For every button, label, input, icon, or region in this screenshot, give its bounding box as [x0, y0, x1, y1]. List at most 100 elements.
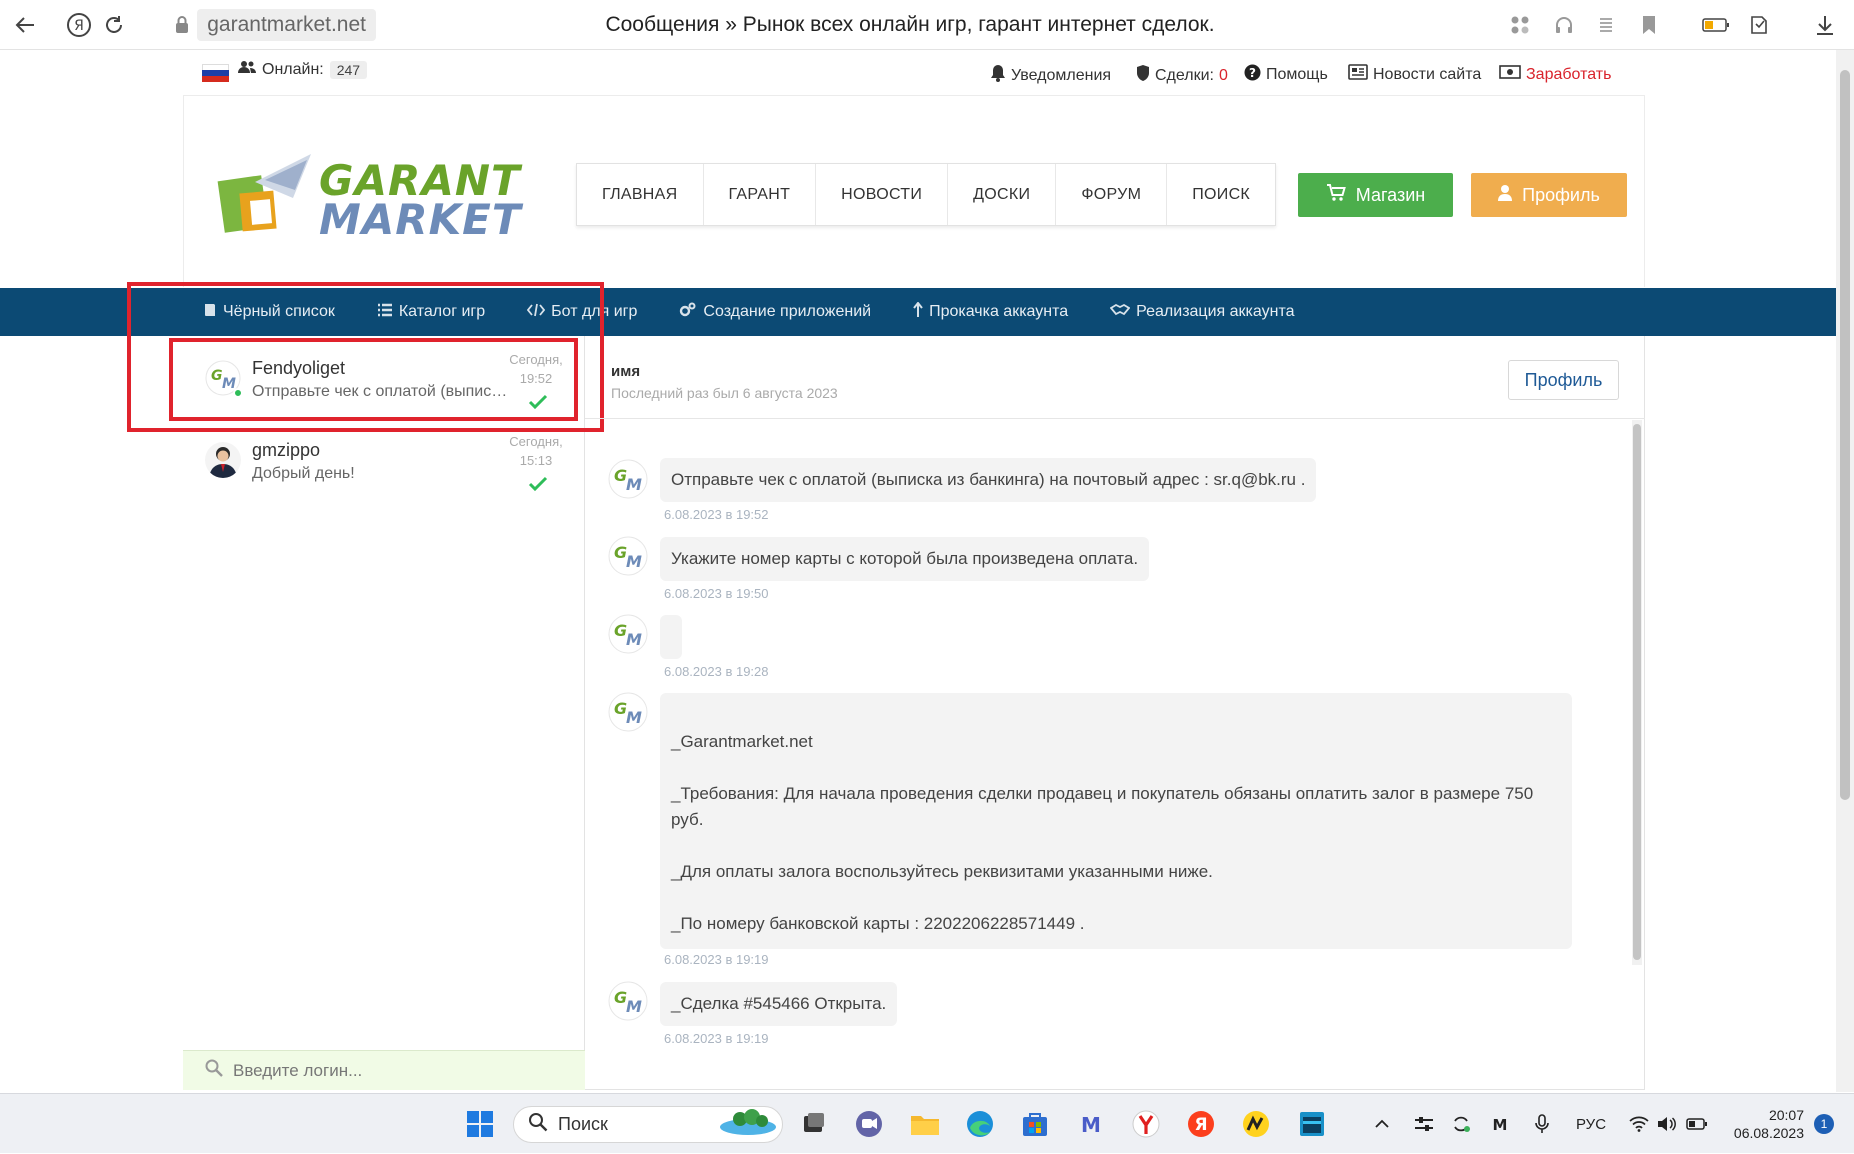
tray-chevron-icon[interactable] [1372, 1094, 1392, 1154]
dialog-clock: 15:13 [519, 453, 553, 468]
nav-news[interactable]: НОВОСТИ [816, 164, 949, 225]
teams-chat-icon[interactable] [853, 1108, 885, 1140]
volume-icon[interactable] [1655, 1094, 1677, 1154]
chat-profile-button[interactable]: Профиль [1508, 360, 1619, 400]
store-icon[interactable] [1019, 1108, 1051, 1140]
tab-title: Сообщения » Рынок всех онлайн игр, гаран… [605, 13, 1215, 36]
subnav-game-bot-label: Бот для игр [551, 303, 638, 320]
message-line: _Для оплаты залога воспользуйтесь реквиз… [671, 862, 1213, 881]
wifi-icon[interactable] [1628, 1094, 1650, 1154]
headphones-icon[interactable] [1549, 10, 1579, 40]
profile-button[interactable]: Профиль [1471, 173, 1627, 217]
nav-boards[interactable]: ДОСКИ [948, 164, 1057, 225]
battery-icon[interactable] [1685, 1094, 1709, 1154]
message-line: _Требования: Для начала проведения сделк… [671, 784, 1534, 803]
nav-forum[interactable]: ФОРУМ [1056, 164, 1168, 225]
notifications-link[interactable]: Уведомления [990, 64, 1111, 87]
language-indicator[interactable]: РУС [1576, 1094, 1606, 1154]
subnav-blacklist[interactable]: Чёрный список [203, 303, 335, 322]
back-arrow-icon[interactable] [10, 10, 40, 40]
site-news-link[interactable]: Новости сайта [1348, 64, 1481, 85]
message-bubble [660, 615, 682, 659]
reload-icon[interactable] [99, 10, 129, 40]
site-logo[interactable]: GARANT MARKET [215, 150, 521, 244]
online-counter: Онлайн: 247 [238, 60, 368, 79]
subnav-account-sale-label: Реализация аккаунта [1136, 303, 1295, 320]
earn-label[interactable]: Заработать [1526, 66, 1611, 84]
edge-browser-icon[interactable] [964, 1108, 996, 1140]
download-icon[interactable] [1810, 10, 1840, 40]
chat-last-seen: Последний раз был 6 августа 2023 [611, 385, 838, 401]
site-news-label[interactable]: Новости сайта [1373, 66, 1481, 84]
sub-nav: Чёрный список Каталог игр Бот для игр Со… [0, 288, 1836, 336]
logo-emblem-icon [217, 154, 311, 233]
earn-link[interactable]: Заработать [1499, 64, 1611, 85]
subnav-app-creation[interactable]: Создание приложений [679, 302, 871, 323]
deals-label[interactable]: Сделки: [1155, 67, 1214, 85]
browser-toolbar: Я garantmarket.net Сообщения » Рынок все… [0, 0, 1854, 50]
help-link[interactable]: ? Помощь [1244, 64, 1328, 86]
nav-garant[interactable]: ГАРАНТ [704, 164, 817, 225]
profile-label: Профиль [1522, 184, 1600, 205]
subnav-account-sale[interactable]: Реализация аккаунта [1109, 303, 1295, 322]
svg-text:Я: Я [74, 18, 84, 34]
yandex-music-icon[interactable]: M [1075, 1108, 1107, 1140]
taskbar-search[interactable]: Поиск [513, 1106, 783, 1143]
svg-text:M: M [626, 630, 642, 649]
message-bubble: _Сделка #545466 Открыта. [660, 982, 898, 1026]
deals-link[interactable]: Сделки: 0 [1136, 64, 1228, 87]
message-time: 6.08.2023 в 19:50 [664, 586, 769, 601]
battery-saver-icon[interactable] [1700, 10, 1732, 40]
yandex-icon[interactable]: Я [1185, 1108, 1217, 1140]
dialog-preview: Добрый день! [252, 465, 355, 482]
collections-icon[interactable] [1744, 10, 1774, 40]
windows-start-icon[interactable] [464, 1108, 496, 1140]
address-domain[interactable]: garantmarket.net [197, 9, 376, 41]
shop-button[interactable]: Магазин [1298, 173, 1453, 217]
notification-badge[interactable]: 1 [1814, 1114, 1834, 1134]
microphone-icon[interactable] [1530, 1094, 1554, 1154]
arrow-up-icon [913, 300, 923, 323]
lock-icon [171, 10, 193, 40]
message-bubble: Укажите номер карты с которой была произ… [660, 537, 1150, 581]
address-bar[interactable]: garantmarket.net [171, 9, 376, 41]
taskbar-clock[interactable]: 20:07 06.08.2023 [1728, 1106, 1804, 1142]
online-count: 247 [329, 60, 368, 79]
login-search [183, 1050, 585, 1090]
subnav-games-catalog-label: Каталог игр [398, 303, 486, 320]
reader-mode-icon[interactable] [1591, 10, 1621, 40]
extensions-icon[interactable] [1505, 10, 1535, 40]
subnav-account-boost[interactable]: Прокачка аккаунта [913, 300, 1068, 323]
message-avatar: GM [608, 614, 648, 654]
nav-home[interactable]: ГЛАВНАЯ [577, 164, 704, 225]
nav-search[interactable]: ПОИСК [1167, 164, 1275, 225]
message-time: 6.08.2023 в 19:28 [664, 664, 769, 679]
user-icon [1498, 184, 1513, 207]
search-icon [528, 1112, 548, 1137]
yandex-browser-icon[interactable] [1130, 1108, 1162, 1140]
tray-sync-icon[interactable] [1449, 1094, 1473, 1154]
bell-icon [990, 64, 1006, 87]
message-time: 6.08.2023 в 19:52 [664, 507, 769, 522]
russian-flag-icon[interactable] [202, 64, 229, 82]
task-view-icon[interactable] [798, 1108, 830, 1140]
page-scrollbar[interactable] [1836, 50, 1854, 1092]
help-label[interactable]: Помощь [1266, 66, 1328, 84]
yandex-market-icon[interactable] [1240, 1108, 1272, 1140]
app-window-icon[interactable] [1296, 1108, 1328, 1140]
dialog-item[interactable]: GM Fendyoliget Отправьте чек с оплатой (… [183, 336, 584, 418]
login-search-input[interactable] [233, 1060, 573, 1081]
dialog-item[interactable]: gmzippo Добрый день! Сегодня, 15:13 [183, 418, 584, 500]
subnav-game-bot[interactable]: Бот для игр [526, 303, 638, 322]
tray-settings-icon[interactable] [1412, 1094, 1436, 1154]
bookmark-icon[interactable] [1634, 10, 1664, 40]
message-time: 6.08.2023 в 19:19 [664, 1031, 769, 1046]
dialogs-list: GM Fendyoliget Отправьте чек с оплатой (… [183, 336, 585, 1090]
file-explorer-icon[interactable] [909, 1108, 941, 1140]
tray-music-icon[interactable]: M [1488, 1094, 1512, 1154]
subnav-games-catalog[interactable]: Каталог игр [377, 303, 485, 322]
page-scrollbar-thumb[interactable] [1840, 70, 1850, 800]
yandex-home-icon[interactable]: Я [64, 10, 94, 40]
chat-scrollbar-thumb[interactable] [1633, 424, 1641, 960]
notifications-label[interactable]: Уведомления [1011, 67, 1111, 85]
